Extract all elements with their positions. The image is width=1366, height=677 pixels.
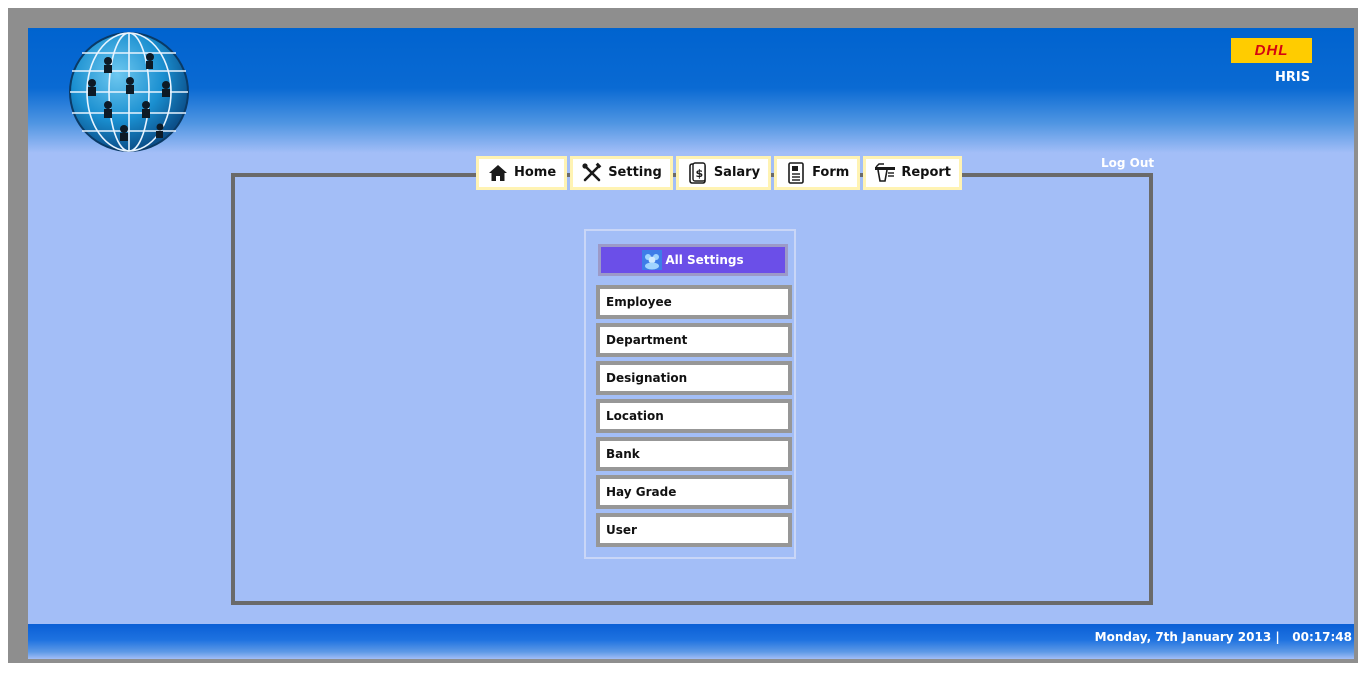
setting-designation-label: Designation (606, 371, 688, 385)
nav-home-label: Home (514, 165, 557, 180)
settings-list: Employee Department Designation Location… (596, 285, 792, 551)
tools-icon (581, 162, 603, 184)
panel-header: All Settings (598, 244, 788, 276)
nav-home[interactable]: Home (476, 155, 568, 190)
header-banner: DHL HRIS (28, 28, 1354, 153)
setting-bank-label: Bank (606, 447, 640, 461)
home-icon (487, 162, 509, 184)
nav-form-label: Form (812, 165, 850, 180)
dhl-logo-text: DHL (1254, 42, 1289, 59)
panel-title: All Settings (665, 253, 744, 267)
setting-location-label: Location (606, 409, 664, 423)
setting-employee-label: Employee (606, 295, 672, 309)
logout-link[interactable]: Log Out (1101, 156, 1154, 170)
footer-bar: Monday, 7th January 2013 | 00:17:48 (28, 624, 1354, 659)
form-icon (785, 161, 807, 184)
main-nav: Home Setting $ Salary Form Report (476, 155, 965, 190)
setting-bank[interactable]: Bank (596, 437, 792, 471)
setting-hay-grade[interactable]: Hay Grade (596, 475, 792, 509)
setting-user-label: User (606, 523, 637, 537)
salary-icon: $ (687, 161, 709, 184)
settings-group-icon (642, 250, 663, 270)
globe-logo-icon (69, 32, 189, 152)
settings-panel: All Settings Employee Department Designa… (584, 229, 796, 559)
outer-frame: DHL HRIS Log Out Home Setting $ Salary F… (8, 8, 1358, 663)
app-window: DHL HRIS Log Out Home Setting $ Salary F… (28, 28, 1354, 659)
setting-department[interactable]: Department (596, 323, 792, 357)
setting-user[interactable]: User (596, 513, 792, 547)
nav-setting-label: Setting (608, 165, 662, 180)
nav-report[interactable]: Report (863, 155, 963, 190)
setting-hay-grade-label: Hay Grade (606, 485, 677, 499)
panel-header-bar: All Settings (601, 247, 785, 273)
nav-report-label: Report (901, 165, 952, 180)
svg-text:$: $ (695, 167, 703, 180)
report-icon (874, 162, 896, 184)
setting-designation[interactable]: Designation (596, 361, 792, 395)
setting-department-label: Department (606, 333, 688, 347)
setting-employee[interactable]: Employee (596, 285, 792, 319)
nav-salary[interactable]: $ Salary (675, 155, 772, 190)
footer-datetime: Monday, 7th January 2013 | 00:17:48 (1094, 630, 1352, 644)
app-name-label: HRIS (1275, 70, 1311, 85)
setting-location[interactable]: Location (596, 399, 792, 433)
nav-salary-label: Salary (713, 165, 761, 180)
nav-form[interactable]: Form (774, 155, 861, 190)
nav-setting[interactable]: Setting (570, 155, 673, 190)
dhl-logo: DHL (1231, 38, 1312, 63)
